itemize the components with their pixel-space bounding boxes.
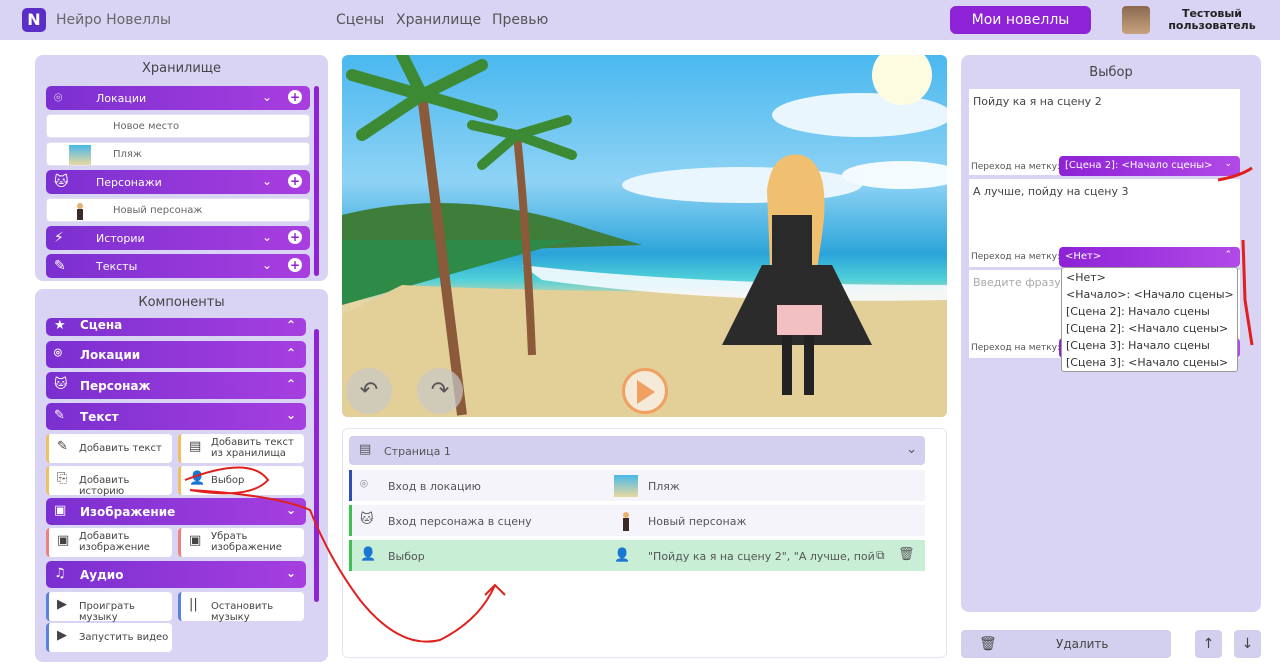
red-annotations <box>184 166 1254 643</box>
